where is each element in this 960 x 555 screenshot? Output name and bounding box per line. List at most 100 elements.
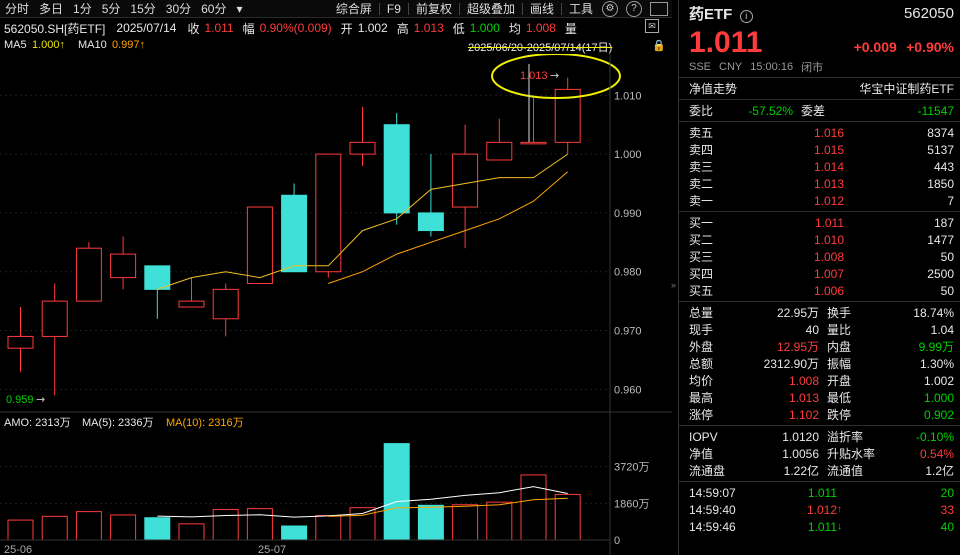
- tool-f9[interactable]: F9: [382, 0, 406, 18]
- ask-row[interactable]: 卖一 1.012 7: [679, 192, 960, 209]
- tool-comprehensive-screen[interactable]: 综合屏: [331, 0, 377, 18]
- stat-label: 外盘: [689, 340, 714, 354]
- tick-price: 1.011: [807, 485, 837, 500]
- candle-body: [417, 212, 444, 232]
- bid-volume: 50: [940, 249, 954, 264]
- tick-price: 1.012: [806, 502, 837, 517]
- tool-tools[interactable]: 工具: [564, 0, 598, 18]
- stat-value: 40: [805, 322, 819, 337]
- candle: [41, 283, 68, 396]
- tab-nav-trend[interactable]: 净值走势: [689, 80, 737, 97]
- quote-time: 15:00:16: [750, 60, 794, 73]
- stat-value: 1.008: [788, 373, 819, 388]
- volume-bar: [520, 474, 547, 541]
- candle: [246, 206, 273, 284]
- ask-row[interactable]: 卖二 1.013 1850: [679, 175, 960, 192]
- stat-row: 涨停 1.102 跌停 0.902: [679, 406, 960, 423]
- period-multiday[interactable]: 多日: [34, 0, 68, 18]
- stat-value: 1.0056: [782, 446, 819, 461]
- quote-title: 药ETF i 562050: [679, 0, 960, 26]
- help-icon[interactable]: ?: [626, 0, 642, 17]
- weicha-label: 委差: [801, 104, 826, 118]
- bid-row[interactable]: 买三 1.008 50: [679, 248, 960, 265]
- candle-body: [315, 153, 342, 273]
- tool-adjust-forward[interactable]: 前复权: [411, 0, 457, 18]
- stat-label: 流通值: [827, 464, 864, 478]
- stat-row: 总额 2312.90万 振幅 1.30%: [679, 355, 960, 372]
- bid-row[interactable]: 买五 1.006 50: [679, 282, 960, 299]
- avg-label: 均: [508, 21, 521, 36]
- price-axis: 1.010 1.000 0.990 0.980 0.970 0.960: [614, 90, 642, 396]
- market-status: 闭市: [801, 61, 824, 74]
- high-label: 高: [396, 21, 409, 36]
- ask-row[interactable]: 卖三 1.014 443: [679, 158, 960, 175]
- amo-ma10: MA(10): 2316万: [166, 417, 244, 429]
- volume-bar: [178, 523, 205, 541]
- bid-row[interactable]: 买一 1.011 187: [679, 214, 960, 231]
- candle-body: [281, 194, 308, 273]
- stat-label: 总额: [689, 357, 714, 371]
- settings-icon[interactable]: ⚙: [602, 0, 618, 17]
- stat-row: 均价 1.008 开盘 1.002: [679, 372, 960, 389]
- candle: [178, 277, 205, 308]
- candle: [554, 77, 581, 155]
- change-value: 0.90%(0.009): [259, 21, 332, 35]
- stat-label: 最低: [827, 391, 852, 405]
- info-icon[interactable]: i: [739, 9, 753, 23]
- change-label: 幅: [242, 21, 255, 36]
- period-15min[interactable]: 15分: [125, 0, 160, 18]
- ask-row[interactable]: 卖四 1.015 5137: [679, 141, 960, 158]
- period-1min[interactable]: 1分: [68, 0, 97, 18]
- tool-super-overlay[interactable]: 超级叠加: [462, 0, 520, 18]
- period-30min[interactable]: 30分: [161, 0, 196, 18]
- kline-chart[interactable]: 1.010 1.000 0.990 0.980 0.970 0.960 1.013 → 0…: [0, 54, 672, 555]
- stat-value: 1.000: [923, 390, 954, 405]
- date-label-jul: 25-07: [258, 544, 286, 555]
- stat-value: 18.74%: [913, 305, 954, 320]
- bar-date: 2025/07/14: [116, 21, 177, 35]
- volume-bar: [452, 504, 479, 541]
- ask-volume: 443: [933, 159, 954, 174]
- bid-row[interactable]: 买四 1.007 2500: [679, 265, 960, 282]
- volume-bar: [554, 493, 581, 541]
- period-fenshi[interactable]: 分时: [0, 0, 34, 18]
- period-60min[interactable]: 60分: [196, 0, 231, 18]
- stat-label: 内盘: [827, 340, 852, 354]
- tick-time: 14:59:07: [689, 485, 736, 500]
- ma10-label: MA10: [78, 39, 107, 51]
- tool-draw-line[interactable]: 画线: [525, 0, 559, 18]
- exchange: SSE: [689, 60, 712, 73]
- stats-table: 总量 22.95万 换手 18.74% 现手 40 量比 1.04 外盘 12.95…: [679, 304, 960, 423]
- volume-tick-label: 0: [614, 535, 620, 547]
- ask-volume: 1850: [927, 176, 954, 191]
- stat-label: 均价: [689, 374, 714, 388]
- open-value: 1.002: [357, 21, 388, 35]
- ask-volume: 7: [947, 193, 954, 208]
- market-status-row: SSE CNY 15:00:16 闭市: [679, 58, 960, 75]
- bid-row[interactable]: 买二 1.010 1477: [679, 231, 960, 248]
- ask-price: 1.012: [813, 193, 844, 208]
- stat-label: 涨停: [689, 408, 714, 422]
- collapse-panel-icon[interactable]: »: [671, 280, 678, 296]
- bid-price: 1.006: [813, 283, 844, 298]
- candle-body: [110, 253, 137, 279]
- period-5min[interactable]: 5分: [97, 0, 126, 18]
- stat-row: 流通盘 1.22亿 流通值 1.2亿: [679, 462, 960, 479]
- wechat-icon[interactable]: ✉: [645, 19, 659, 33]
- ask-price: 1.015: [813, 142, 844, 157]
- period-more-icon[interactable]: ▾: [231, 0, 247, 18]
- window-icon[interactable]: [650, 1, 668, 16]
- bid-price: 1.008: [813, 249, 844, 264]
- lock-icon[interactable]: 🔒: [652, 39, 666, 52]
- low-mark-label: 0.959: [6, 394, 34, 406]
- security-code: 562050.SH[药ETF]: [4, 21, 106, 36]
- tick-row: 14:59:07 1.011 20: [679, 484, 960, 501]
- price-tick-label: 0.970: [614, 326, 642, 338]
- fund-full-name[interactable]: 华宝中证制药ETF: [737, 80, 954, 97]
- candle-body: [212, 288, 239, 320]
- stat-row: 现手 40 量比 1.04: [679, 321, 960, 338]
- price-tick-label: 0.980: [614, 267, 642, 279]
- ask-row[interactable]: 卖五 1.016 8374: [679, 124, 960, 141]
- ma10-line: [328, 171, 569, 284]
- candle: [144, 265, 171, 319]
